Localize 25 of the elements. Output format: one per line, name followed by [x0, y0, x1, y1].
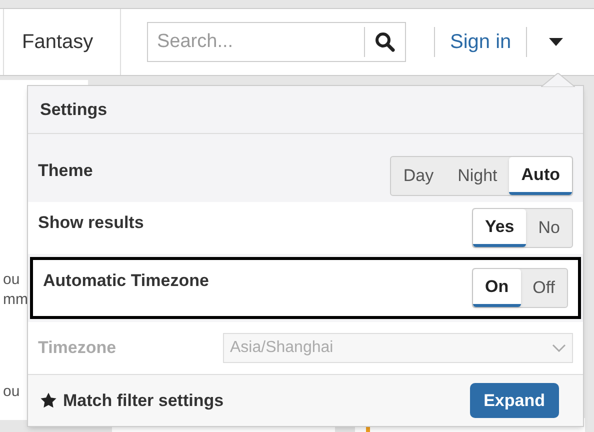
caret-down-icon[interactable] — [549, 38, 564, 46]
toggle-option[interactable]: Yes — [472, 209, 526, 247]
setting-label: Timezone — [38, 337, 116, 360]
brand-label[interactable]: Fantasy — [4, 9, 121, 75]
toggle-option[interactable]: On — [473, 269, 521, 307]
search-field[interactable]: Search... — [147, 22, 406, 62]
panel-title: Settings — [40, 98, 108, 121]
match-filter-label: Match filter settings — [63, 390, 224, 412]
chevron-down-icon — [552, 344, 566, 352]
star-icon — [40, 392, 57, 409]
toggle-option[interactable]: Day — [391, 157, 446, 195]
setting-label: Show results — [38, 212, 144, 234]
toggle-option[interactable]: Off — [520, 269, 567, 307]
toggle-option[interactable]: Night — [446, 157, 510, 195]
toggle-option[interactable]: Auto — [509, 157, 572, 195]
setting-label: Automatic Timezone — [43, 270, 209, 292]
text-fragment: ou — [2, 270, 20, 290]
expand-button[interactable]: Expand — [470, 383, 559, 418]
search-icon[interactable] — [375, 32, 395, 52]
text-fragment: mm — [2, 290, 28, 310]
setting-label: Theme — [38, 160, 93, 182]
search-input[interactable]: Search... — [148, 28, 364, 56]
text-fragment: ou — [2, 382, 20, 402]
toggle-option[interactable]: No — [526, 209, 572, 247]
sign-in-link[interactable]: Sign in — [450, 27, 512, 57]
